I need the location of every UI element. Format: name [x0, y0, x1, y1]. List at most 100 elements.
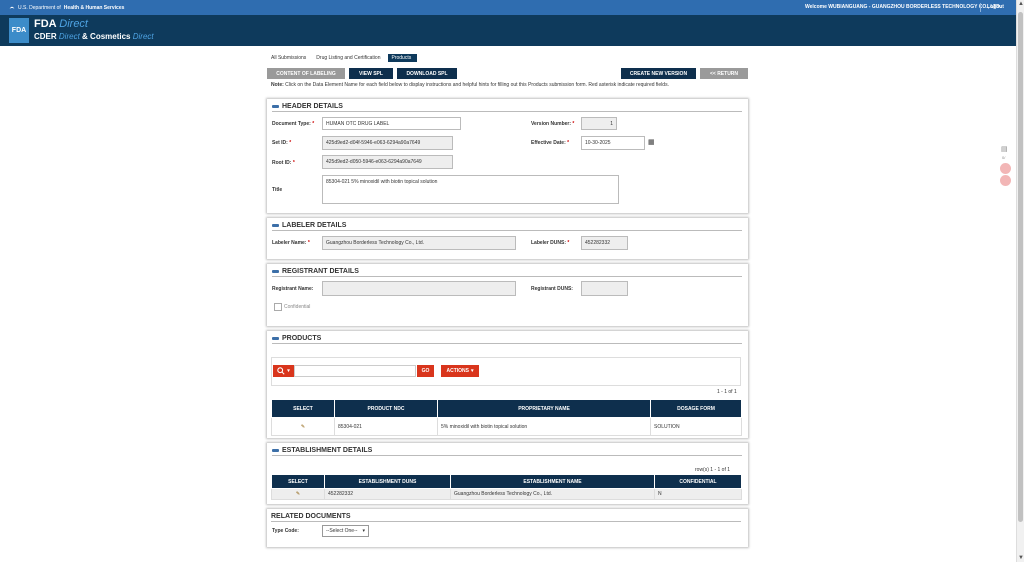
- labeler-details-title[interactable]: LABELER DETAILS: [272, 221, 742, 231]
- hhs-department-text: U.S. Department of: [18, 5, 61, 11]
- logout-link[interactable]: Logout: [987, 4, 1004, 10]
- related-documents-title-text: RELATED DOCUMENTS: [271, 513, 351, 520]
- confidential-label: Confidential: [284, 304, 311, 310]
- chevron-down-icon: ▾: [470, 368, 474, 374]
- establishment-duns-cell: 452282332: [324, 488, 451, 500]
- column-header-confidential[interactable]: CONFIDENTIAL: [654, 474, 742, 489]
- version-number-field: 1: [581, 117, 617, 130]
- collapse-icon[interactable]: [272, 224, 279, 227]
- column-header-establishment-name[interactable]: ESTABLISHMENT NAME: [450, 474, 655, 489]
- go-button[interactable]: GO: [417, 365, 434, 377]
- type-code-label[interactable]: Type Code:: [272, 528, 299, 534]
- set-id-label[interactable]: Set ID: *: [272, 140, 291, 146]
- translate-icon[interactable]: ▤: [1001, 145, 1008, 153]
- download-spl-button[interactable]: DOWNLOAD SPL: [397, 68, 457, 79]
- effective-date-label[interactable]: Effective Date: *: [531, 140, 569, 146]
- registrant-details-section: REGISTRANT DETAILS Registrant Name: Regi…: [267, 264, 748, 326]
- view-spl-button[interactable]: VIEW SPL: [349, 68, 393, 79]
- labeler-name-label[interactable]: Labeler Name: *: [272, 240, 310, 246]
- column-header-establishment-duns[interactable]: ESTABLISHMENT DUNS: [324, 474, 451, 489]
- edit-icon[interactable]: ✎: [271, 417, 335, 436]
- labeler-name-field: Guangzhou Borderless Technology Co., Ltd…: [322, 236, 516, 250]
- labeler-details-title-text: LABELER DETAILS: [282, 222, 347, 229]
- chevron-down-icon: ▾: [287, 368, 290, 374]
- amp-word: &: [82, 32, 88, 41]
- collapse-icon[interactable]: [272, 337, 279, 340]
- type-code-select[interactable]: --Select One-- ▾: [322, 525, 369, 537]
- cosmetics-direct-italic: Direct: [132, 32, 154, 41]
- related-documents-section: RELATED DOCUMENTS Type Code: --Select On…: [267, 509, 748, 547]
- labeler-details-section: LABELER DETAILS Labeler Name: * Guangzho…: [267, 218, 748, 259]
- fda-logo[interactable]: FDA: [9, 18, 29, 43]
- note-prefix: Note:: [271, 82, 284, 88]
- brand-banner: FDA FDA Direct CDER Direct & Cosmetics D…: [0, 15, 1016, 46]
- establishment-details-title[interactable]: ESTABLISHMENT DETAILS: [272, 446, 742, 456]
- document-type-label[interactable]: Document Type: *: [272, 121, 314, 127]
- search-menu-button[interactable]: ▾: [273, 365, 294, 377]
- collapse-icon[interactable]: [272, 449, 279, 452]
- assist-icon[interactable]: [1000, 163, 1011, 174]
- header-details-title[interactable]: HEADER DETAILS: [272, 102, 742, 112]
- products-search-input[interactable]: [294, 365, 416, 377]
- products-table: SELECT PRODUCT NDC PROPRIETARY NAME DOSA…: [271, 399, 742, 436]
- table-row[interactable]: ✎ 452282332 Guangzhou Borderless Technol…: [271, 488, 742, 500]
- root-id-field: 425d9ed2-d050-5946-e063-6294a90a7649: [322, 155, 453, 169]
- hhs-link[interactable]: U.S. Department of Health & Human Servic…: [9, 4, 124, 12]
- breadcrumb: All Submissions Drug Listing and Certifi…: [268, 53, 421, 62]
- return-button[interactable]: << RETURN: [700, 68, 748, 79]
- registrant-name-field: [322, 281, 516, 296]
- cder-direct-italic: Direct: [58, 32, 80, 41]
- version-number-label[interactable]: Version Number: *: [531, 121, 574, 127]
- column-header-proprietary-name[interactable]: PROPRIETARY NAME: [437, 399, 651, 418]
- registrant-duns-label[interactable]: Registrant DUNS:: [531, 286, 573, 292]
- scroll-up-arrow-icon[interactable]: ▲: [1018, 1, 1024, 7]
- root-id-label[interactable]: Root ID: *: [272, 160, 295, 166]
- set-id-field: 425d9ed2-d04f-5946-e063-6294a90a7649: [322, 136, 453, 150]
- title-field[interactable]: 85304-021 5% minoxidil with biotin topic…: [322, 175, 619, 204]
- cder-word: CDER: [34, 32, 57, 41]
- cosmetics-word: Cosmetics: [90, 32, 131, 41]
- page-scrollbar[interactable]: ▲ ▼: [1016, 0, 1024, 562]
- proprietary-name-cell: 5% minoxidil with biotin topical solutio…: [437, 417, 651, 436]
- scroll-down-arrow-icon[interactable]: ▼: [1018, 555, 1024, 561]
- column-header-product-ndc[interactable]: PRODUCT NDC: [334, 399, 438, 418]
- title-label[interactable]: Title: [272, 187, 282, 193]
- breadcrumb-drug-listing[interactable]: Drug Listing and Certification: [313, 54, 383, 62]
- collapse-icon[interactable]: [272, 105, 279, 108]
- create-new-version-button[interactable]: CREATE NEW VERSION: [621, 68, 696, 79]
- labeler-duns-label[interactable]: Labeler DUNS: *: [531, 240, 569, 246]
- fda-direct-title: FDA Direct: [34, 18, 88, 30]
- calendar-icon[interactable]: ▦: [648, 138, 655, 146]
- topbar-divider: [980, 3, 981, 12]
- fda-direct-word: FDA: [34, 18, 57, 30]
- effective-date-field[interactable]: 10-30-2025: [581, 136, 645, 150]
- breadcrumb-all-submissions[interactable]: All Submissions: [268, 54, 309, 62]
- column-header-select[interactable]: SELECT: [271, 399, 335, 418]
- registrant-details-title[interactable]: REGISTRANT DETAILS: [272, 267, 742, 277]
- confidential-checkbox[interactable]: [274, 303, 282, 311]
- registrant-name-label[interactable]: Registrant Name:: [272, 286, 313, 292]
- edit-icon[interactable]: ✎: [271, 488, 325, 500]
- establishment-name-cell: Guangzhou Borderless Technology Co., Ltd…: [450, 488, 655, 500]
- actions-button[interactable]: ACTIONS ▾: [441, 365, 479, 377]
- cder-cosmetics-title: CDER Direct & Cosmetics Direct: [34, 32, 154, 41]
- confidential-cell: N: [654, 488, 742, 500]
- establishment-pager: row(s) 1 - 1 of 1: [695, 467, 731, 473]
- table-row[interactable]: ✎ 85304-021 5% minoxidil with biotin top…: [271, 417, 742, 436]
- actions-label: ACTIONS: [446, 368, 469, 374]
- related-documents-title[interactable]: RELATED DOCUMENTS: [271, 512, 741, 522]
- content-of-labeling-button[interactable]: CONTENT OF LABELING: [267, 68, 345, 79]
- chevron-down-icon: ▾: [362, 528, 365, 534]
- document-type-field[interactable]: HUMAN OTC DRUG LABEL: [322, 117, 461, 130]
- column-header-select[interactable]: SELECT: [271, 474, 325, 489]
- registrant-duns-field: [581, 281, 628, 296]
- instruction-note: Note: Click on the Data Element Name for…: [271, 82, 669, 88]
- header-details-section: HEADER DETAILS Document Type: * HUMAN OT…: [267, 99, 748, 213]
- products-title[interactable]: PRODUCTS: [272, 334, 742, 344]
- column-header-dosage-form[interactable]: DOSAGE FORM: [650, 399, 742, 418]
- assist-icon-2[interactable]: [1000, 175, 1011, 186]
- fda-direct-italic: Direct: [59, 18, 88, 30]
- header-details-title-text: HEADER DETAILS: [282, 103, 343, 110]
- scrollbar-thumb[interactable]: [1018, 12, 1023, 522]
- collapse-icon[interactable]: [272, 270, 279, 273]
